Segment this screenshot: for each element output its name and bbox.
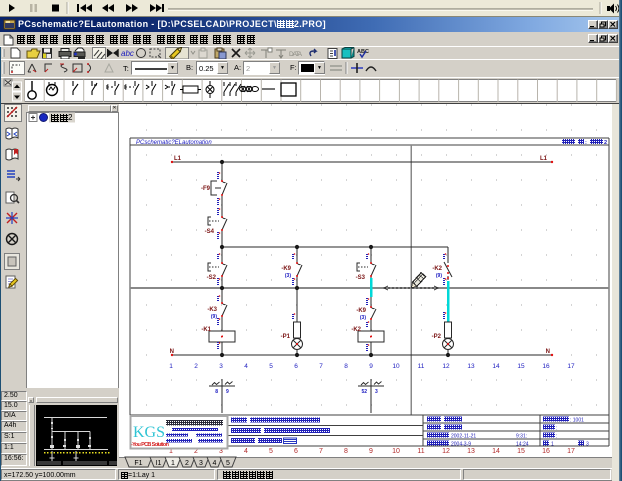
svg-text:T:: T: — [123, 64, 129, 73]
svg-text:(3): (3) — [285, 273, 291, 279]
svg-text:15: 15 — [517, 448, 525, 455]
svg-text:-K2: -K2 — [351, 327, 361, 333]
svg-text:12: 12 — [442, 363, 450, 370]
svg-text:-K3: -K3 — [207, 307, 217, 313]
svg-text:9: 9 — [226, 389, 229, 395]
svg-text:4: 4 — [244, 363, 248, 370]
svg-text:-K2: -K2 — [432, 266, 442, 272]
svg-text:8: 8 — [344, 448, 348, 455]
svg-text:10: 10 — [392, 448, 400, 455]
svg-text:13: 13 — [467, 363, 475, 370]
svg-text:5: 5 — [269, 363, 273, 370]
svg-text:11: 11 — [417, 448, 424, 455]
svg-text:-You PCB Solution: -You PCB Solution — [131, 442, 170, 448]
svg-text:-S3: -S3 — [356, 275, 366, 281]
svg-text:9: 9 — [369, 448, 373, 455]
svg-text:F1: F1 — [134, 460, 142, 467]
svg-text:10: 10 — [392, 363, 400, 370]
svg-text:5: 5 — [226, 460, 230, 467]
svg-text:16: 16 — [542, 363, 550, 370]
svg-text:14:24: 14:24 — [516, 442, 529, 448]
svg-text:(9): (9) — [436, 273, 442, 279]
svg-text:-S2: -S2 — [207, 275, 217, 281]
svg-text:N: N — [546, 349, 550, 355]
svg-text:1: 1 — [551, 442, 554, 448]
svg-text:4: 4 — [244, 448, 248, 455]
svg-text:(3): (3) — [360, 315, 366, 321]
svg-text:15: 15 — [517, 363, 525, 370]
svg-text:6: 6 — [294, 363, 298, 370]
svg-text:PCschematic?ELautomation: PCschematic?ELautomation — [136, 140, 212, 146]
svg-text::: : — [556, 434, 557, 440]
svg-text:2: 2 — [185, 460, 189, 467]
svg-text:DATA: DATA — [289, 51, 303, 58]
svg-text:4: 4 — [213, 460, 217, 467]
svg-text::: : — [585, 140, 587, 146]
svg-text:17: 17 — [567, 363, 575, 370]
svg-text:2004-3-9: 2004-3-9 — [451, 442, 471, 448]
svg-text:KGS: KGS — [133, 424, 165, 441]
svg-text:(9): (9) — [211, 314, 217, 320]
svg-text:N: N — [170, 349, 174, 355]
svg-text:5: 5 — [269, 448, 273, 455]
svg-text:-K9: -K9 — [281, 266, 291, 272]
svg-text:I1: I1 — [156, 460, 162, 467]
svg-text:17: 17 — [567, 448, 575, 455]
svg-text:13: 13 — [467, 448, 475, 455]
svg-text:abc: abc — [121, 49, 134, 58]
svg-text:-S4: -S4 — [205, 229, 215, 235]
svg-text:1: 1 — [171, 460, 175, 467]
svg-text:14: 14 — [492, 448, 500, 455]
svg-text:-P1: -P1 — [281, 334, 291, 340]
svg-text:3: 3 — [219, 363, 223, 370]
svg-text:-K9: -K9 — [356, 308, 366, 314]
svg-text:3: 3 — [375, 389, 378, 395]
svg-text:-K1: -K1 — [201, 327, 211, 333]
svg-text:2002-11-21: 2002-11-21 — [451, 434, 476, 440]
svg-text:6: 6 — [294, 448, 298, 455]
svg-text:16: 16 — [542, 448, 550, 455]
svg-text:1: 1 — [169, 363, 173, 370]
svg-text:7: 7 — [319, 448, 323, 455]
svg-text:52: 52 — [361, 389, 367, 395]
svg-text:12: 12 — [442, 448, 450, 455]
svg-text:3: 3 — [199, 460, 203, 467]
svg-text:3: 3 — [586, 442, 589, 448]
svg-text:9:31:: 9:31: — [516, 434, 527, 440]
svg-text:9: 9 — [369, 363, 373, 370]
svg-text:14: 14 — [492, 363, 500, 370]
svg-text:-F9: -F9 — [201, 186, 211, 192]
svg-text:7: 7 — [319, 363, 323, 370]
svg-text:L1: L1 — [540, 156, 548, 162]
svg-text:ABC: ABC — [357, 49, 369, 55]
svg-text::: : — [556, 426, 557, 432]
svg-text:8: 8 — [215, 389, 218, 395]
svg-text:2: 2 — [194, 363, 198, 370]
svg-text:11: 11 — [418, 363, 425, 370]
svg-text:2: 2 — [604, 140, 607, 146]
svg-text:-P2: -P2 — [432, 334, 442, 340]
svg-text:: 1001: : 1001 — [570, 418, 584, 424]
svg-text:L1: L1 — [174, 156, 182, 162]
svg-text:8: 8 — [344, 363, 348, 370]
